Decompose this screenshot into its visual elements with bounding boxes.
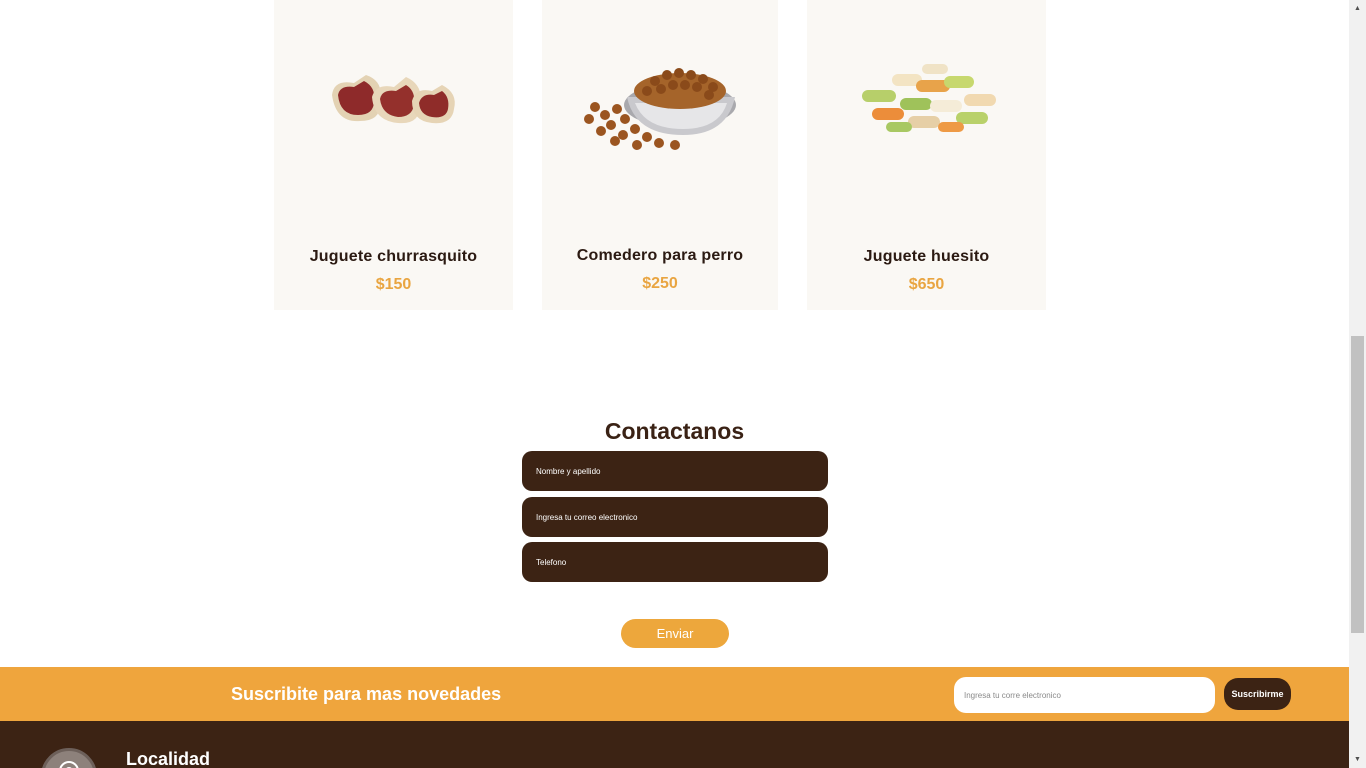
product-price: $250 bbox=[642, 275, 678, 292]
phone-field[interactable]: Telefono bbox=[522, 542, 828, 582]
contact-title: Contactanos bbox=[604, 418, 745, 444]
scroll-up-icon[interactable]: ▲ bbox=[1349, 0, 1366, 17]
scroll-thumb[interactable] bbox=[1351, 336, 1364, 633]
product-price: $650 bbox=[908, 276, 945, 293]
name-field[interactable]: Nombre y apellido bbox=[522, 451, 828, 491]
product-card[interactable]: Juguete churrasquito $150 bbox=[274, 0, 513, 310]
product-name: Comedero para perro bbox=[576, 247, 744, 264]
bone-biscuits-image bbox=[807, 30, 1046, 170]
newsletter-text: Suscribite para mas novedades bbox=[231, 684, 502, 704]
footer: Localidad bbox=[0, 721, 1349, 768]
location-pin-icon bbox=[41, 748, 97, 768]
steak-treat-image bbox=[274, 30, 513, 170]
vertical-scrollbar[interactable]: ▲ ▼ bbox=[1349, 0, 1366, 768]
subscribe-button[interactable]: Suscribirme bbox=[1224, 678, 1291, 710]
page: Juguete churrasquito $150 Comedero para … bbox=[0, 0, 1349, 768]
newsletter-bar: Suscribite para mas novedades Ingresa tu… bbox=[0, 667, 1349, 721]
newsletter-email-input[interactable]: Ingresa tu corre electronico bbox=[954, 677, 1215, 713]
dog-food-bowl-image bbox=[542, 30, 778, 170]
scroll-down-icon[interactable]: ▼ bbox=[1349, 751, 1366, 768]
product-card[interactable]: Comedero para perro $250 bbox=[542, 0, 778, 310]
product-price: $150 bbox=[375, 276, 412, 293]
send-button[interactable]: Enviar bbox=[621, 619, 729, 648]
product-card[interactable]: Juguete huesito $650 bbox=[807, 0, 1046, 310]
product-name: Juguete churrasquito bbox=[309, 248, 478, 265]
email-field[interactable]: Ingresa tu correo electronico bbox=[522, 497, 828, 537]
location-title: Localidad bbox=[126, 749, 211, 768]
product-name: Juguete huesito bbox=[863, 248, 990, 265]
